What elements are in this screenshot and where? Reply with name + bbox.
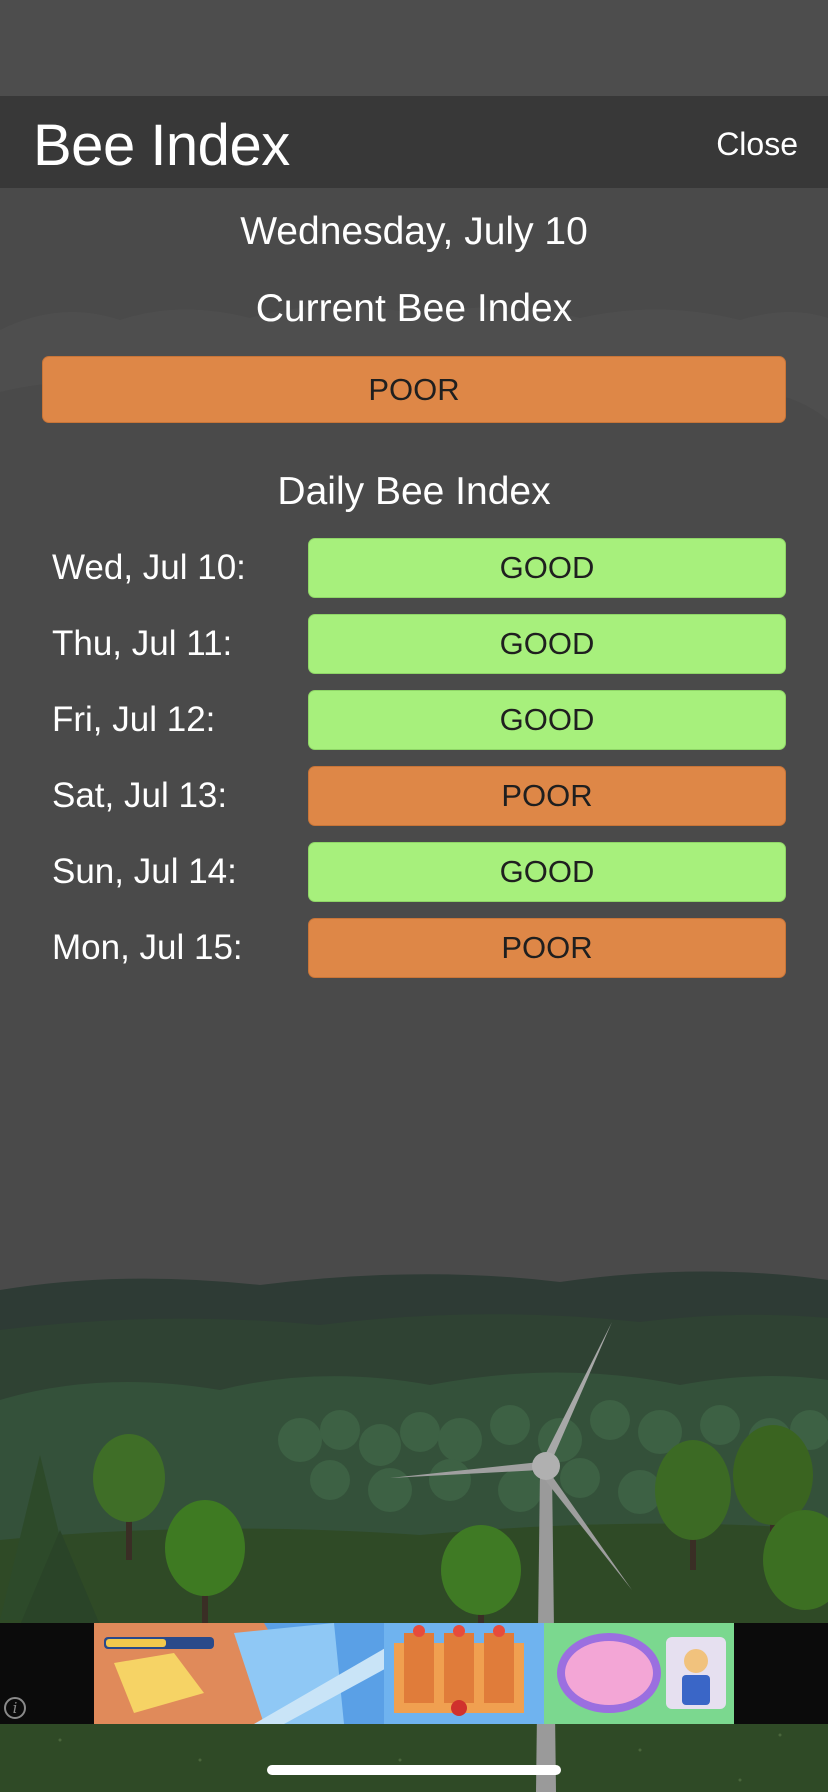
ad-info-icon[interactable]: i bbox=[4, 1697, 26, 1719]
close-button[interactable]: Close bbox=[716, 126, 798, 163]
daily-row-label: Sun, Jul 14: bbox=[52, 852, 237, 891]
daily-row-label: Fri, Jul 12: bbox=[52, 700, 216, 739]
daily-row-badge: POOR bbox=[308, 918, 786, 978]
daily-row-label: Thu, Jul 11: bbox=[52, 624, 233, 663]
ad-banner[interactable] bbox=[94, 1623, 734, 1724]
daily-row-badge: GOOD bbox=[308, 842, 786, 902]
daily-row: Thu, Jul 11: GOOD bbox=[0, 614, 828, 674]
page-title: Bee Index bbox=[33, 113, 290, 178]
home-indicator bbox=[267, 1765, 561, 1775]
daily-row-badge: GOOD bbox=[308, 538, 786, 598]
current-index-badge: POOR bbox=[42, 356, 786, 423]
daily-row-label: Wed, Jul 10: bbox=[52, 548, 246, 587]
daily-row: Fri, Jul 12: GOOD bbox=[0, 690, 828, 750]
daily-row: Sat, Jul 13: POOR bbox=[0, 766, 828, 826]
current-date: Wednesday, July 10 bbox=[240, 210, 588, 253]
daily-index-title: Daily Bee Index bbox=[277, 470, 551, 513]
daily-row-badge: POOR bbox=[308, 766, 786, 826]
daily-row-label: Mon, Jul 15: bbox=[52, 928, 243, 967]
daily-row: Sun, Jul 14: GOOD bbox=[0, 842, 828, 902]
daily-row: Mon, Jul 15: POOR bbox=[0, 918, 828, 978]
daily-row-label: Sat, Jul 13: bbox=[52, 776, 228, 815]
nav-header: Bee Index Close bbox=[0, 96, 828, 188]
status-bar-area bbox=[0, 0, 828, 96]
ad-artwork bbox=[94, 1623, 734, 1724]
daily-row: Wed, Jul 10: GOOD bbox=[0, 538, 828, 598]
daily-row-badge: GOOD bbox=[308, 614, 786, 674]
current-index-title: Current Bee Index bbox=[255, 287, 573, 330]
daily-row-badge: GOOD bbox=[308, 690, 786, 750]
